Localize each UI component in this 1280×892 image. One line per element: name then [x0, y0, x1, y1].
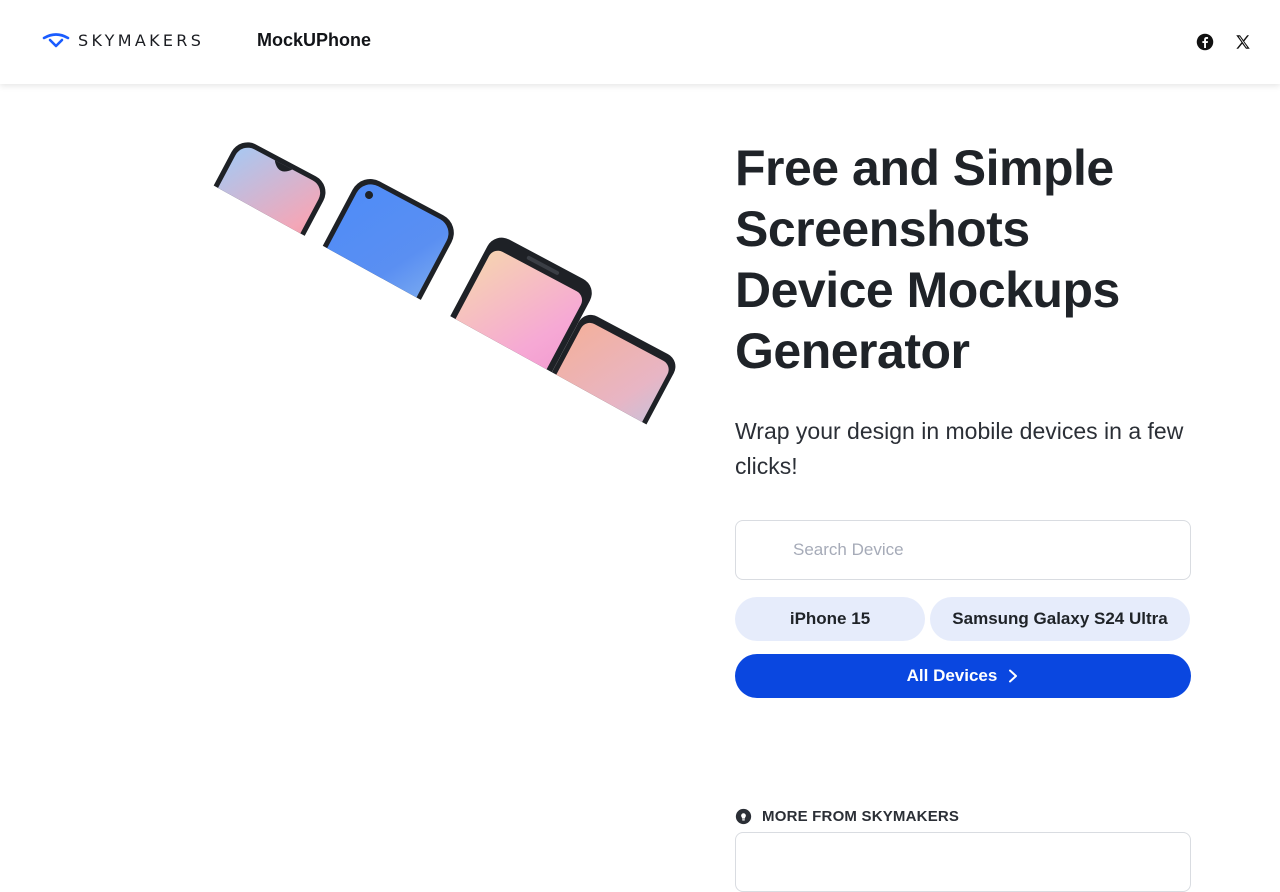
more-label-text: MORE FROM SKYMAKERS	[762, 808, 960, 825]
skymakers-mark-icon	[42, 32, 70, 47]
top-header: SKYMAKERS MockUPhone	[0, 0, 1280, 84]
lightbulb-icon	[735, 808, 752, 825]
more-from-skymakers-card[interactable]	[735, 832, 1191, 892]
phones-graphic	[200, 142, 676, 443]
device-mockups-illustration	[200, 128, 680, 448]
facebook-icon[interactable]	[1194, 31, 1216, 53]
more-from-skymakers-heading: MORE FROM SKYMAKERS	[735, 808, 959, 825]
device-chip-galaxy-s24-ultra[interactable]: Samsung Galaxy S24 Ultra	[930, 597, 1190, 641]
chevron-right-icon	[1009, 669, 1018, 683]
hero-subtitle: Wrap your design in mobile devices in a …	[735, 418, 1184, 479]
hero-section: Free and Simple Screenshots Device Mocku…	[735, 138, 1195, 484]
skymakers-logo[interactable]: SKYMAKERS	[42, 31, 204, 50]
app-name-link[interactable]: MockUPhone	[257, 30, 371, 51]
all-devices-label: All Devices	[906, 666, 998, 685]
all-devices-button[interactable]: All Devices	[735, 654, 1191, 698]
brand-name: SKYMAKERS	[78, 31, 205, 50]
hero-title: Free and Simple Screenshots Device Mocku…	[735, 140, 1120, 379]
device-chip-iphone-15[interactable]: iPhone 15	[735, 597, 925, 641]
search-device-input[interactable]	[735, 520, 1191, 580]
x-icon[interactable]	[1232, 31, 1254, 53]
